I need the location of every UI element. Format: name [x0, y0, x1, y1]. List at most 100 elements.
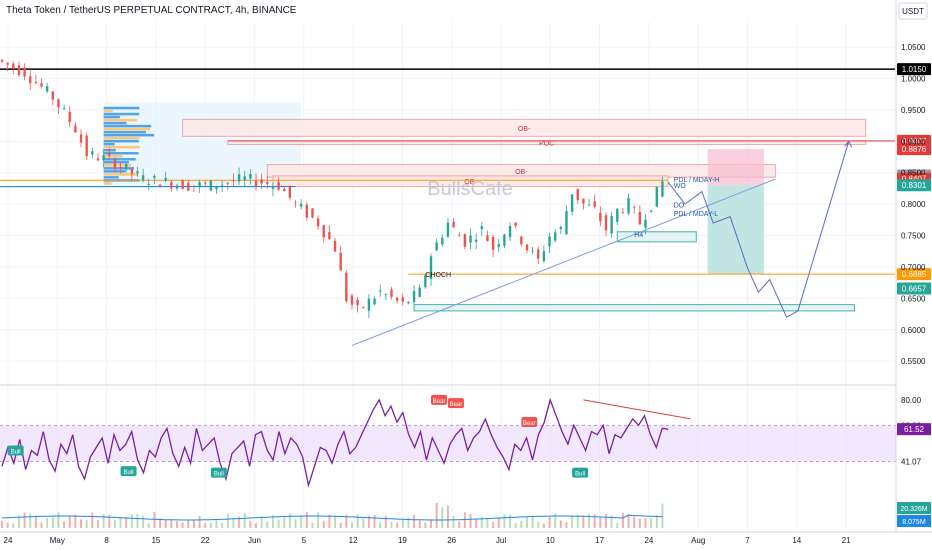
volume-profile-bar [103, 139, 139, 143]
candle-body [57, 99, 60, 108]
level-price-label: 1.0150 [902, 65, 927, 74]
candle-body [29, 76, 32, 83]
price-tick-label: 0.6500 [901, 294, 926, 303]
candle-body [537, 249, 540, 259]
candle-body [480, 226, 484, 230]
candle-body [0, 59, 4, 62]
candle-body [226, 182, 229, 184]
volume-bar [305, 512, 308, 528]
volume-bar [362, 518, 365, 528]
currency-button[interactable]: USDT [902, 7, 924, 16]
volume-profile-bar [103, 121, 127, 125]
candle-body [384, 294, 388, 295]
rsi-value-label: 61.52 [904, 425, 925, 434]
volume-bar [249, 521, 252, 528]
volume-bar [446, 505, 449, 528]
time-tick-label: Jul [496, 536, 506, 545]
time-tick-label: 7 [745, 536, 750, 545]
time-tick-label: 24 [644, 536, 653, 545]
volume-bar [96, 520, 99, 528]
time-tick-label: 10 [546, 536, 555, 545]
price-tick-label: 0.8500 [901, 169, 926, 178]
volume-bar [40, 522, 43, 528]
candle-body [6, 62, 9, 65]
zone-label: OB- [518, 126, 531, 133]
candle-body [102, 155, 105, 160]
rsi-signal-label: Bull [124, 470, 134, 476]
volume-bar [548, 517, 551, 528]
volume-profile-bar [103, 112, 140, 116]
volume-bar [57, 512, 60, 528]
volume-bar [51, 517, 54, 528]
chart-annotation: DO [674, 202, 685, 209]
volume-bar [463, 512, 466, 528]
candle-body [316, 218, 320, 227]
volume-bar [300, 515, 303, 528]
volume-bar [396, 522, 399, 528]
price-tick-label: 0.6000 [901, 326, 926, 335]
time-tick-label: 17 [595, 536, 604, 545]
volume-bar [277, 519, 280, 528]
time-tick-label: 21 [842, 536, 851, 545]
candle-body [12, 63, 15, 69]
price-tick-label: 0.9000 [901, 137, 926, 146]
candle-body [328, 231, 331, 240]
volume-bar [63, 521, 66, 528]
candle-body [113, 159, 117, 170]
volume-profile-bar [103, 109, 113, 113]
candle-body [520, 236, 523, 245]
candle-body [458, 235, 461, 237]
volume-bar [232, 519, 235, 528]
rsi-signal-label: Bear [523, 421, 536, 427]
volume-profile-bar [103, 155, 123, 158]
volume-bar [582, 515, 585, 528]
volume-profile-bar [103, 148, 116, 152]
candle-body [627, 198, 630, 214]
volume-profile-bar [103, 142, 115, 146]
candle-body [277, 182, 280, 190]
candle-body [243, 176, 246, 181]
level-price-label: 0.8876 [902, 145, 927, 154]
candle-body [553, 232, 557, 241]
candle-body [604, 215, 608, 231]
volume-bar [80, 519, 83, 528]
candle-body [599, 212, 602, 222]
volume-bar [661, 503, 664, 528]
candle-body [621, 211, 625, 213]
candle-body [17, 65, 21, 76]
volume-profile-bar [103, 161, 129, 164]
price-tick-label: 0.5500 [901, 357, 926, 366]
price-chart[interactable]: OB-POCOB-OB- 1.01500.90070.88760.84560.8… [0, 0, 932, 550]
candle-body [412, 290, 416, 302]
volume-bar [1, 520, 3, 528]
candle-body [345, 272, 348, 302]
volume-bar [644, 518, 647, 528]
candle-body [655, 186, 658, 207]
level-price-label: 0.6657 [902, 284, 927, 293]
volume-bar [283, 517, 286, 528]
candle-body [446, 222, 450, 237]
candle-body [215, 186, 218, 190]
chart-annotation: CHOCH [425, 272, 451, 279]
candle-body [294, 201, 297, 203]
candle-body [633, 207, 636, 209]
price-tick-label: 0.7500 [901, 232, 926, 241]
price-tick-label: 0.9500 [901, 106, 926, 115]
candle-body [367, 298, 371, 311]
volume-bar [373, 515, 376, 528]
time-tick-label: Jun [248, 536, 261, 545]
candle-body [373, 298, 376, 305]
candle-body [565, 211, 568, 235]
candle-body [576, 188, 579, 201]
candle-body [249, 173, 252, 179]
volume-bar [514, 522, 517, 528]
volume-bar [424, 522, 427, 528]
rsi-signal-label: Bull [575, 472, 585, 478]
level-price-label: 0.8301 [902, 181, 927, 190]
candle-body [474, 239, 478, 242]
candle-body [23, 67, 26, 77]
volume-bar [379, 522, 382, 528]
volume-bar [350, 522, 353, 528]
candle-body [322, 225, 325, 238]
volume-bar [492, 521, 495, 528]
